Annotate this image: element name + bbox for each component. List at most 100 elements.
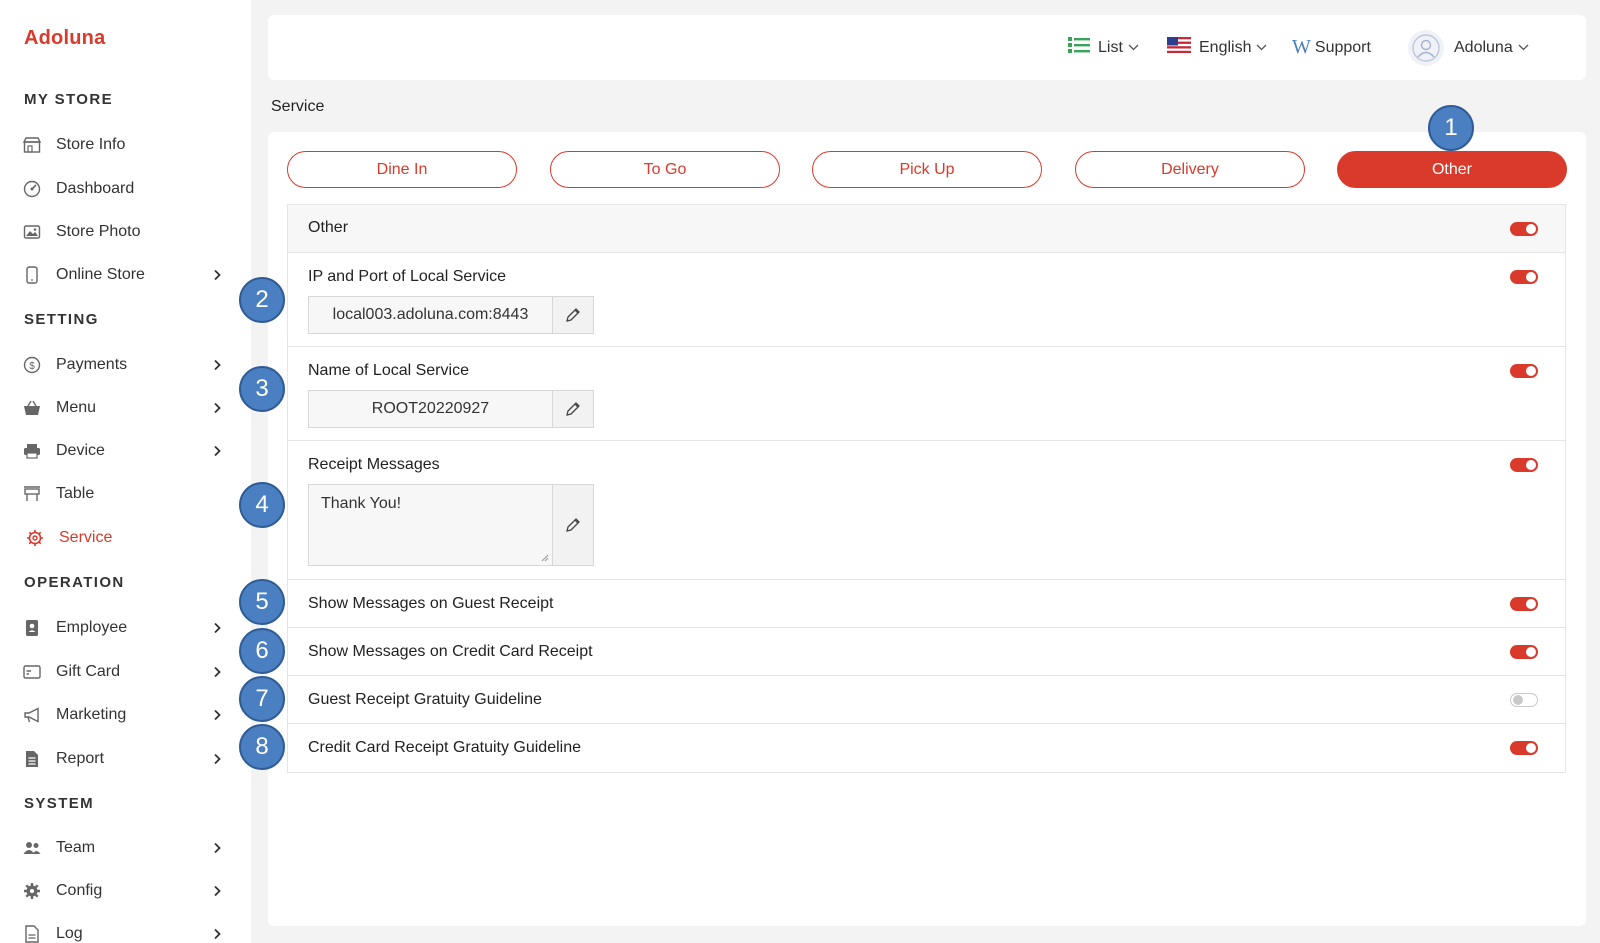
language-dropdown[interactable]: English (1167, 15, 1267, 80)
row-guest-messages: Show Messages on Guest Receipt (288, 580, 1565, 628)
sidebar-item-dashboard[interactable]: Dashboard (0, 171, 251, 207)
team-icon (23, 839, 41, 857)
chevron-right-icon (214, 359, 221, 371)
row-guest-gratuity: Guest Receipt Gratuity Guideline (288, 676, 1565, 724)
toggle-knob (1526, 743, 1536, 753)
sidebar-item-label: Payments (56, 356, 128, 373)
chevron-down-icon (1128, 44, 1139, 51)
printer-icon (23, 442, 41, 460)
toggle-knob (1526, 599, 1536, 609)
chevron-right-icon (214, 622, 221, 634)
sidebar-item-gift-card[interactable]: Gift Card (0, 654, 251, 690)
chevron-down-icon (1518, 44, 1529, 51)
sidebar: Adoluna MY STORE Store Info Dashboard St… (0, 0, 251, 943)
row-cc-gratuity: Credit Card Receipt Gratuity Guideline (288, 724, 1565, 772)
view-mode-dropdown[interactable]: List (1068, 15, 1139, 80)
row-title: Show Messages on Guest Receipt (308, 595, 554, 612)
sidebar-item-employee[interactable]: Employee (0, 610, 251, 646)
tab-pick-up[interactable]: Pick Up (812, 151, 1042, 188)
sidebar-item-label: Online Store (56, 266, 145, 283)
sidebar-item-label: Dashboard (56, 180, 135, 197)
toggle-other[interactable] (1510, 222, 1538, 236)
section-operation: OPERATION (24, 574, 125, 591)
chevron-right-icon (214, 666, 221, 678)
sidebar-item-service[interactable]: Service (0, 520, 251, 556)
settings-panel: Other IP and Port of Local Service local… (287, 204, 1566, 773)
row-title: Other (308, 219, 349, 236)
row-title: Credit Card Receipt Gratuity Guideline (308, 739, 582, 756)
toggle-cc-messages[interactable] (1510, 645, 1538, 659)
edit-name-button[interactable] (553, 391, 593, 427)
sidebar-item-label: Employee (56, 619, 128, 636)
receipt-message-value[interactable]: Thank You! (309, 485, 553, 565)
chevron-right-icon (214, 402, 221, 414)
card-icon (23, 663, 41, 681)
callout-badge-6: 6 (239, 628, 285, 674)
resize-grip-icon[interactable] (541, 554, 549, 562)
toggle-ip-port[interactable] (1510, 270, 1538, 284)
us-flag-icon (1167, 37, 1191, 58)
sidebar-item-payments[interactable]: $ Payments (0, 347, 251, 383)
callout-badge-7: 7 (239, 676, 285, 722)
basket-icon (23, 399, 41, 417)
row-ip-port: IP and Port of Local Service local003.ad… (288, 253, 1565, 347)
sidebar-item-team[interactable]: Team (0, 830, 251, 866)
dollar-icon: $ (23, 356, 41, 374)
sidebar-item-report[interactable]: Report (0, 741, 251, 777)
table-icon (23, 485, 41, 503)
pencil-icon (566, 518, 580, 532)
sidebar-item-marketing[interactable]: Marketing (0, 697, 251, 733)
sidebar-item-store-photo[interactable]: Store Photo (0, 214, 251, 250)
row-receipt-messages: Receipt Messages Thank You! (288, 441, 1565, 580)
avatar (1408, 29, 1444, 66)
sidebar-item-log[interactable]: Log (0, 916, 251, 943)
sidebar-item-label: Device (56, 442, 105, 459)
sidebar-item-online-store[interactable]: Online Store (0, 257, 251, 293)
toggle-guest-messages[interactable] (1510, 597, 1538, 611)
cog-icon (23, 882, 41, 900)
chevron-right-icon (214, 445, 221, 457)
sidebar-item-label: Config (56, 882, 103, 899)
svg-text:$: $ (29, 361, 35, 372)
row-other: Other (288, 205, 1565, 253)
sidebar-item-device[interactable]: Device (0, 433, 251, 469)
edit-receipt-message-button[interactable] (553, 485, 593, 565)
callout-badge-4: 4 (239, 482, 285, 528)
name-value[interactable]: ROOT20220927 (309, 391, 553, 427)
chevron-right-icon (214, 709, 221, 721)
badge-icon (23, 619, 41, 637)
support-link[interactable]: W Support (1292, 15, 1371, 80)
user-name: Adoluna (1454, 38, 1513, 56)
tab-other[interactable]: Other (1337, 151, 1567, 188)
sidebar-item-label: Table (56, 485, 95, 502)
tab-to-go[interactable]: To Go (550, 151, 780, 188)
row-title: Name of Local Service (308, 362, 469, 379)
toggle-guest-gratuity[interactable] (1510, 693, 1538, 707)
sidebar-item-label: Log (56, 925, 83, 942)
ip-port-value[interactable]: local003.adoluna.com:8443 (309, 297, 553, 333)
row-title: Guest Receipt Gratuity Guideline (308, 691, 542, 708)
sidebar-item-label: Store Photo (56, 223, 141, 240)
log-icon (23, 925, 41, 943)
brand-logo[interactable]: Adoluna (24, 27, 105, 50)
toggle-knob (1526, 460, 1536, 470)
callout-badge-8: 8 (239, 724, 285, 770)
sidebar-item-menu[interactable]: Menu (0, 390, 251, 426)
sidebar-item-label: Marketing (56, 706, 127, 723)
toggle-receipt-messages[interactable] (1510, 458, 1538, 472)
sidebar-item-label: Gift Card (56, 663, 121, 680)
sidebar-item-table[interactable]: Table (0, 476, 251, 512)
toggle-cc-gratuity[interactable] (1510, 741, 1538, 755)
callout-badge-5: 5 (239, 579, 285, 625)
toggle-knob (1526, 272, 1536, 282)
sidebar-item-store-info[interactable]: Store Info (0, 127, 251, 163)
sidebar-item-label: Store Info (56, 136, 126, 153)
toggle-name[interactable] (1510, 364, 1538, 378)
user-menu[interactable]: Adoluna (1408, 15, 1529, 80)
toggle-knob (1526, 647, 1536, 657)
edit-ip-port-button[interactable] (553, 297, 593, 333)
tab-delivery[interactable]: Delivery (1075, 151, 1305, 188)
tab-dine-in[interactable]: Dine In (287, 151, 517, 188)
callout-badge-2: 2 (239, 277, 285, 323)
sidebar-item-config[interactable]: Config (0, 873, 251, 909)
